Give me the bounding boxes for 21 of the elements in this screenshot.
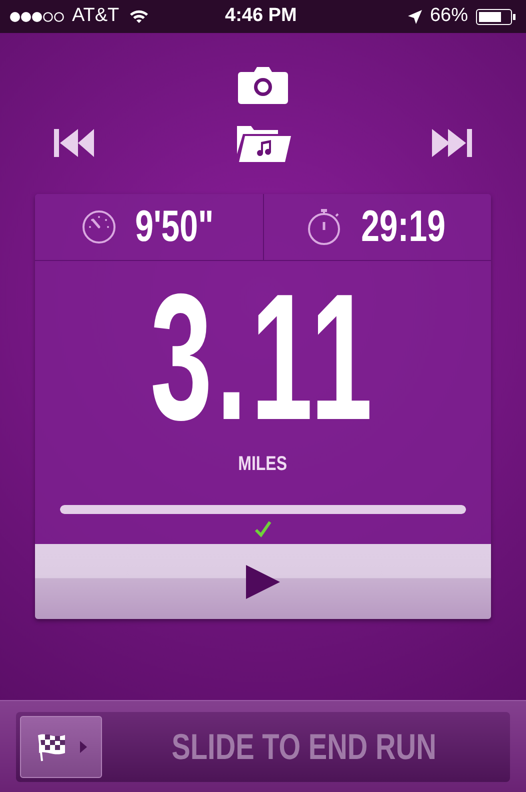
battery-icon — [476, 8, 516, 24]
slider-handle[interactable] — [20, 716, 102, 778]
skip-back-icon[interactable] — [54, 129, 94, 157]
carrier-name: AT&T — [72, 4, 120, 28]
music-folder-icon[interactable] — [235, 124, 291, 162]
camera-icon[interactable] — [238, 67, 288, 104]
skip-forward-icon[interactable] — [432, 129, 472, 157]
wifi-icon — [129, 9, 150, 24]
speedometer-icon — [82, 210, 116, 244]
battery-percentage: 66% — [430, 4, 468, 28]
stopwatch-icon — [306, 208, 341, 246]
pace-value: 9'50" — [135, 201, 214, 253]
play-icon — [246, 564, 280, 598]
status-time: 4:46 PM — [225, 4, 297, 28]
location-arrow-icon — [408, 10, 422, 24]
distance-value: 3.11 — [150, 283, 376, 433]
duration-value: 29:19 — [361, 201, 446, 253]
caret-icon — [80, 740, 86, 752]
distance-unit: MILES — [238, 452, 288, 477]
signal-icon — [10, 10, 66, 22]
slide-to-end-label: SLIDE TO END RUN — [170, 724, 438, 768]
